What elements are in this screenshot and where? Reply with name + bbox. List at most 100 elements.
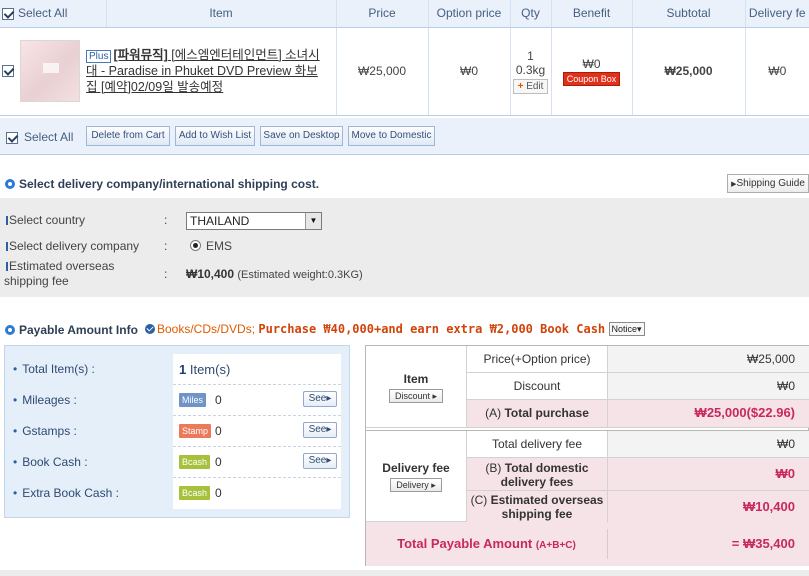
header-select-all-label: Select All [18, 6, 68, 21]
notice-button[interactable]: Notice▾ [608, 322, 645, 336]
price-value: ₩25,000 [608, 346, 809, 373]
bcash-badge: Bcash [179, 455, 211, 469]
gstamps-see-button[interactable]: See▸ [303, 422, 337, 438]
edit-qty-button[interactable]: + Edit [512, 78, 549, 94]
item-cell: Plus [파워뮤직] [에스엠엔터테인먼트] 소녀시대 - Paradise i… [0, 27, 337, 116]
gstamps-value: 0 [215, 424, 222, 438]
ems-radio-option[interactable]: EMS [190, 239, 232, 253]
notice-label: Notice [611, 324, 638, 334]
delivery-group-header: Delivery fee Delivery ▸ [366, 431, 467, 522]
domestic-label: Total domestic delivery fees [500, 461, 589, 489]
domestic-fee-value: ₩0 [608, 458, 809, 491]
estimate-label-line2: shipping fee [4, 274, 69, 288]
total-items-value: 1 Item(s) [179, 362, 230, 377]
bottom-select-all-label: Select All [24, 130, 74, 144]
bookcash-see-button[interactable]: See▸ [303, 453, 337, 469]
total-items-label: Total Item(s) : [13, 362, 95, 376]
add-to-wishlist-button[interactable]: Add to Wish List [175, 126, 255, 146]
edit-label: Edit [526, 80, 544, 92]
header-subtotal: Subtotal [632, 0, 746, 28]
shipping-options-box: Select country : THAILAND ▼ Select deliv… [0, 198, 809, 297]
stamp-badge: Stamp [179, 424, 212, 438]
dropdown-arrow-icon[interactable]: ▼ [305, 213, 321, 229]
country-select[interactable]: THAILAND ▼ [186, 212, 322, 230]
coupon-box-button[interactable]: Coupon Box [562, 71, 621, 86]
shipping-section-title: Select delivery company/international sh… [5, 177, 319, 191]
section-bullet-icon [5, 325, 15, 335]
mileages-label: Mileages : [13, 393, 77, 407]
promo-banner: Books/CDs/DVDs; Purchase ₩40,000+and ear… [145, 322, 645, 336]
total-delivery-value: ₩0 [608, 431, 809, 458]
plus-icon: + [517, 80, 524, 92]
estimate-note: (Estimated weight:0.3KG) [237, 269, 363, 281]
item-weight: 0.3kg [515, 62, 546, 77]
payable-section-title: Payable Amount Info [5, 323, 138, 337]
payable-section-title-text: Payable Amount Info [19, 323, 138, 337]
discount-button[interactable]: Discount ▸ [388, 389, 444, 403]
shipping-section-title-text: Select delivery company/international sh… [19, 177, 320, 191]
discount-label: Discount [467, 373, 608, 400]
item-title-link[interactable]: Plus [파워뮤직] [에스엠엔터테인먼트] 소녀시대 - Paradise i… [86, 47, 324, 95]
delete-from-cart-button[interactable]: Delete from Cart [86, 126, 170, 146]
overseas-fee-value: ₩10,400 [608, 491, 809, 523]
arrow-right-icon: ▸ [326, 455, 332, 466]
country-label: Select country [5, 213, 86, 227]
header-select-all[interactable]: Select All [0, 0, 107, 28]
extra-bookcash-value: 0 [215, 486, 222, 500]
total-items-row: Total Item(s) : 1 Item(s) [5, 354, 351, 385]
company-colon: : [164, 239, 168, 253]
cart-header-row: Select All Item Price Option price Qty B… [0, 0, 809, 28]
cart-table: Select All Item Price Option price Qty B… [0, 0, 809, 116]
total-items-unit: Item(s) [186, 362, 231, 377]
cart-item-row: Plus [파워뮤직] [에스엠엔터테인먼트] 소녀시대 - Paradise i… [0, 27, 809, 116]
delivery-group-title: Delivery fee [382, 461, 450, 475]
total-purchase-cell: (A) Total purchase [467, 400, 608, 427]
company-label: Select delivery company [5, 239, 140, 253]
item-checkbox[interactable] [2, 65, 14, 77]
header-delivery-fee: Delivery fe [745, 0, 809, 28]
product-thumbnail[interactable] [20, 40, 80, 102]
see-label: See [308, 393, 327, 404]
bottom-select-all[interactable]: Select All [6, 130, 73, 144]
estimate-fee: ₩10,400 [186, 267, 235, 281]
check-circle-icon [145, 324, 155, 334]
arrow-right-icon: ▸ [326, 393, 332, 404]
item-group-header: Item Discount ▸ [366, 346, 467, 427]
country-select-value: THAILAND [190, 214, 250, 228]
mileages-row: Mileages : Miles 0 See▸ [5, 385, 351, 416]
ems-radio[interactable] [190, 240, 201, 251]
mileages-cell: Miles 0 See▸ [173, 385, 341, 416]
miles-badge: Miles [179, 393, 207, 407]
bottom-select-all-checkbox[interactable] [6, 131, 18, 144]
total-payable-suffix: (A+B+C) [535, 540, 576, 551]
move-to-domestic-button[interactable]: Move to Domestic [348, 126, 435, 146]
payment-summary-box: Item Discount ▸ Price(+Option price) ₩25… [365, 345, 809, 566]
domestic-prefix: (B) [485, 461, 505, 475]
item-group: Item Discount ▸ Price(+Option price) ₩25… [366, 346, 809, 428]
item-subtotal: ₩25,000 [632, 27, 746, 116]
bookcash-value: 0 [215, 455, 222, 469]
ems-label: EMS [206, 239, 233, 253]
delivery-button-label: Delivery [396, 480, 429, 490]
overseas-prefix: (C) [470, 493, 491, 507]
delivery-button[interactable]: Delivery ▸ [390, 478, 442, 492]
chevron-down-icon: ▾ [637, 324, 642, 334]
see-label: See [308, 455, 327, 466]
see-label: See [308, 424, 327, 435]
gstamps-cell: Stamp 0 See▸ [173, 416, 341, 447]
domestic-fee-cell: (B) Total domestic delivery fees [467, 458, 608, 491]
overseas-label: Estimated overseas shipping fee [490, 493, 604, 521]
header-benefit: Benefit [551, 0, 633, 28]
save-on-desktop-button[interactable]: Save on Desktop [260, 126, 343, 146]
item-benefit: ₩0 [582, 56, 601, 71]
mileages-see-button[interactable]: See▸ [303, 391, 337, 407]
header-item: Item [106, 0, 337, 28]
select-all-checkbox[interactable] [2, 8, 14, 21]
estimate-colon: : [164, 267, 168, 281]
total-payable-label-cell: Total Payable Amount (A+B+C) [366, 529, 608, 559]
country-colon: : [164, 213, 168, 227]
arrow-right-icon: ▸ [429, 391, 438, 401]
bookcash-label: Book Cash : [13, 455, 87, 469]
footer-divider [0, 570, 809, 576]
shipping-guide-button[interactable]: ▶Shipping Guide [727, 174, 809, 193]
